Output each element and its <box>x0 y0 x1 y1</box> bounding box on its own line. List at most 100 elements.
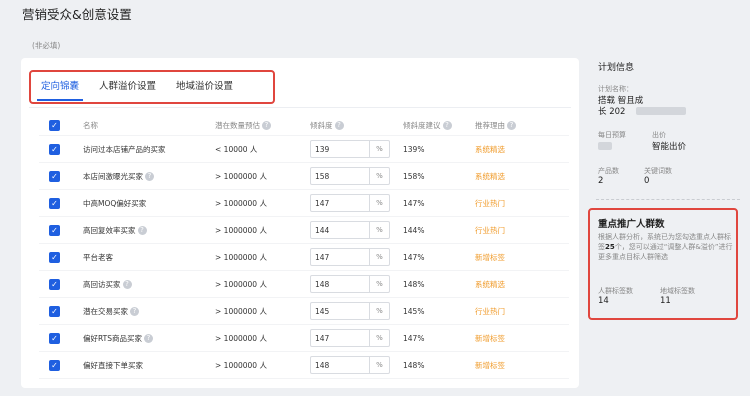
slope-input[interactable]: 139% <box>310 140 390 158</box>
optional-label: (非必填) <box>32 41 61 50</box>
table-row: ✓ 偏好RTS商品买家? > 1000000 人 147% 147% 新增标签 <box>39 325 569 352</box>
header-suggest: 倾斜度建议 <box>403 121 441 130</box>
slope-input[interactable]: 148% <box>310 356 390 374</box>
product-count-label: 产品数 <box>598 167 619 175</box>
slope-value[interactable]: 147 <box>311 253 369 262</box>
crowd-name: 平台老客 <box>83 252 113 262</box>
help-icon[interactable]: ? <box>144 333 154 343</box>
slope-value[interactable]: 139 <box>311 145 369 154</box>
daily-budget-label: 每日预算 <box>598 131 626 139</box>
slope-input[interactable]: 147% <box>310 194 390 212</box>
percent-unit: % <box>369 168 389 184</box>
help-icon[interactable]: ? <box>145 171 154 181</box>
percent-unit: % <box>369 303 389 319</box>
table-row: ✓ 偏好直接下单买家 > 1000000 人 148% 148% 新增标签 <box>39 352 569 379</box>
table-row: ✓ 高回复效率买家? > 1000000 人 144% 144% 行业热门 <box>39 217 569 244</box>
reason-tag: 新增标签 <box>475 252 505 262</box>
crowd-tag-count-label: 人群标签数 <box>598 287 633 295</box>
suggested-slope: 147% <box>403 198 425 208</box>
tab-region-premium[interactable]: 地域溢价设置 <box>166 72 243 102</box>
slope-value[interactable]: 145 <box>311 307 369 316</box>
table-row: ✓ 中高MOQ偏好买家 > 1000000 人 147% 147% 行业热门 <box>39 190 569 217</box>
potential-count: > 1000000 人 <box>215 279 267 289</box>
help-icon[interactable]: ? <box>122 279 132 289</box>
reason-tag: 新增标签 <box>475 333 505 343</box>
reason-tag: 系统精选 <box>475 279 505 289</box>
suggested-slope: 139% <box>403 144 425 154</box>
slope-value[interactable]: 144 <box>311 226 369 235</box>
table-row: ✓ 本店间激曝光买家? > 1000000 人 158% 158% 系统精选 <box>39 163 569 190</box>
percent-unit: % <box>369 330 389 346</box>
crowd-name: 高回复效率买家 <box>83 225 136 235</box>
reason-tag: 系统精选 <box>475 144 505 154</box>
help-icon[interactable]: ? <box>262 121 271 130</box>
region-tag-count-label: 地域标签数 <box>660 287 695 295</box>
table-row: ✓ 访问过本店铺产品的买家 < 10000 人 139% 139% 系统精选 <box>39 136 569 163</box>
help-icon[interactable]: ? <box>137 225 147 235</box>
suggested-slope: 148% <box>403 360 425 370</box>
percent-unit: % <box>369 357 389 373</box>
crowd-name: 中高MOQ偏好买家 <box>83 198 147 208</box>
potential-count: < 10000 人 <box>215 144 258 154</box>
row-checkbox[interactable]: ✓ <box>49 251 60 263</box>
tab-targeting-tips[interactable]: 定向锦囊 <box>31 72 89 102</box>
crowd-tag-count-value: 14 <box>598 296 609 306</box>
header-reason: 推荐理由 <box>475 121 505 130</box>
reason-tag: 行业热门 <box>475 225 505 235</box>
suggested-slope: 144% <box>403 225 425 235</box>
row-checkbox[interactable]: ✓ <box>49 224 60 236</box>
help-icon[interactable]: ? <box>334 121 344 130</box>
crowd-name: 偏好直接下单买家 <box>83 360 143 370</box>
slope-input[interactable]: 145% <box>310 302 390 320</box>
tab-bar: 定向锦囊 人群溢价设置 地域溢价设置 <box>29 70 275 104</box>
slope-input[interactable]: 148% <box>310 275 390 293</box>
suggested-slope: 145% <box>403 306 425 316</box>
slope-input[interactable]: 147% <box>310 329 390 347</box>
slope-value[interactable]: 148 <box>311 361 369 370</box>
keyword-count-value: 0 <box>644 176 650 186</box>
help-icon[interactable]: ? <box>507 121 516 130</box>
region-tag-count-value: 11 <box>660 296 671 306</box>
focus-crowd-box: 重点推广人群数 根据人群分析，系统已为您勾选重点人群标签25个，您可以通过“调整… <box>588 208 738 320</box>
audience-settings-card: 定向锦囊 人群溢价设置 地域溢价设置 ✓ 名称 潜在数量预估? 倾斜度? 倾斜度… <box>21 58 579 388</box>
crowd-name: 访问过本店铺产品的买家 <box>83 144 166 154</box>
row-checkbox[interactable]: ✓ <box>49 332 60 344</box>
slope-value[interactable]: 158 <box>311 172 369 181</box>
slope-value[interactable]: 148 <box>311 280 369 289</box>
plan-name-value-line2: 长 202 <box>598 107 626 117</box>
slope-value[interactable]: 147 <box>311 334 369 343</box>
row-checkbox[interactable]: ✓ <box>49 359 60 371</box>
divider <box>596 199 740 200</box>
select-all-checkbox[interactable]: ✓ <box>49 120 60 131</box>
reason-tag: 系统精选 <box>475 171 505 181</box>
row-checkbox[interactable]: ✓ <box>49 170 60 182</box>
potential-count: > 1000000 人 <box>215 198 267 208</box>
tab-crowd-premium[interactable]: 人群溢价设置 <box>89 72 166 102</box>
crowd-name: 高回访买家 <box>83 279 121 289</box>
slope-value[interactable]: 147 <box>311 199 369 208</box>
reason-tag: 行业热门 <box>475 198 505 208</box>
plan-name-label: 计划名称： <box>598 85 633 93</box>
suggested-slope: 147% <box>403 252 425 262</box>
keyword-count-label: 关键词数 <box>644 167 672 175</box>
row-checkbox[interactable]: ✓ <box>49 305 60 317</box>
help-icon[interactable]: ? <box>442 121 452 130</box>
slope-input[interactable]: 158% <box>310 167 390 185</box>
header-slope: 倾斜度 <box>310 121 333 130</box>
help-icon[interactable]: ? <box>130 306 139 316</box>
bid-label: 出价 <box>652 131 666 139</box>
potential-count: > 1000000 人 <box>215 360 267 370</box>
plan-info-title: 计划信息 <box>598 63 635 73</box>
suggested-slope: 147% <box>403 333 425 343</box>
slope-input[interactable]: 144% <box>310 221 390 239</box>
table-header: ✓ 名称 潜在数量预估? 倾斜度? 倾斜度建议? 推荐理由? <box>39 116 569 136</box>
slope-input[interactable]: 147% <box>310 248 390 266</box>
page-title: 营销受众&创意设置 <box>22 7 132 22</box>
percent-unit: % <box>369 141 389 157</box>
row-checkbox[interactable]: ✓ <box>49 278 60 290</box>
redacted-text <box>636 107 686 115</box>
row-checkbox[interactable]: ✓ <box>49 197 60 209</box>
crowd-name: 偏好RTS商品买家 <box>83 333 143 343</box>
audience-table: ✓ 名称 潜在数量预估? 倾斜度? 倾斜度建议? 推荐理由? ✓ 访问过本店铺产品… <box>39 116 569 379</box>
row-checkbox[interactable]: ✓ <box>49 143 60 155</box>
